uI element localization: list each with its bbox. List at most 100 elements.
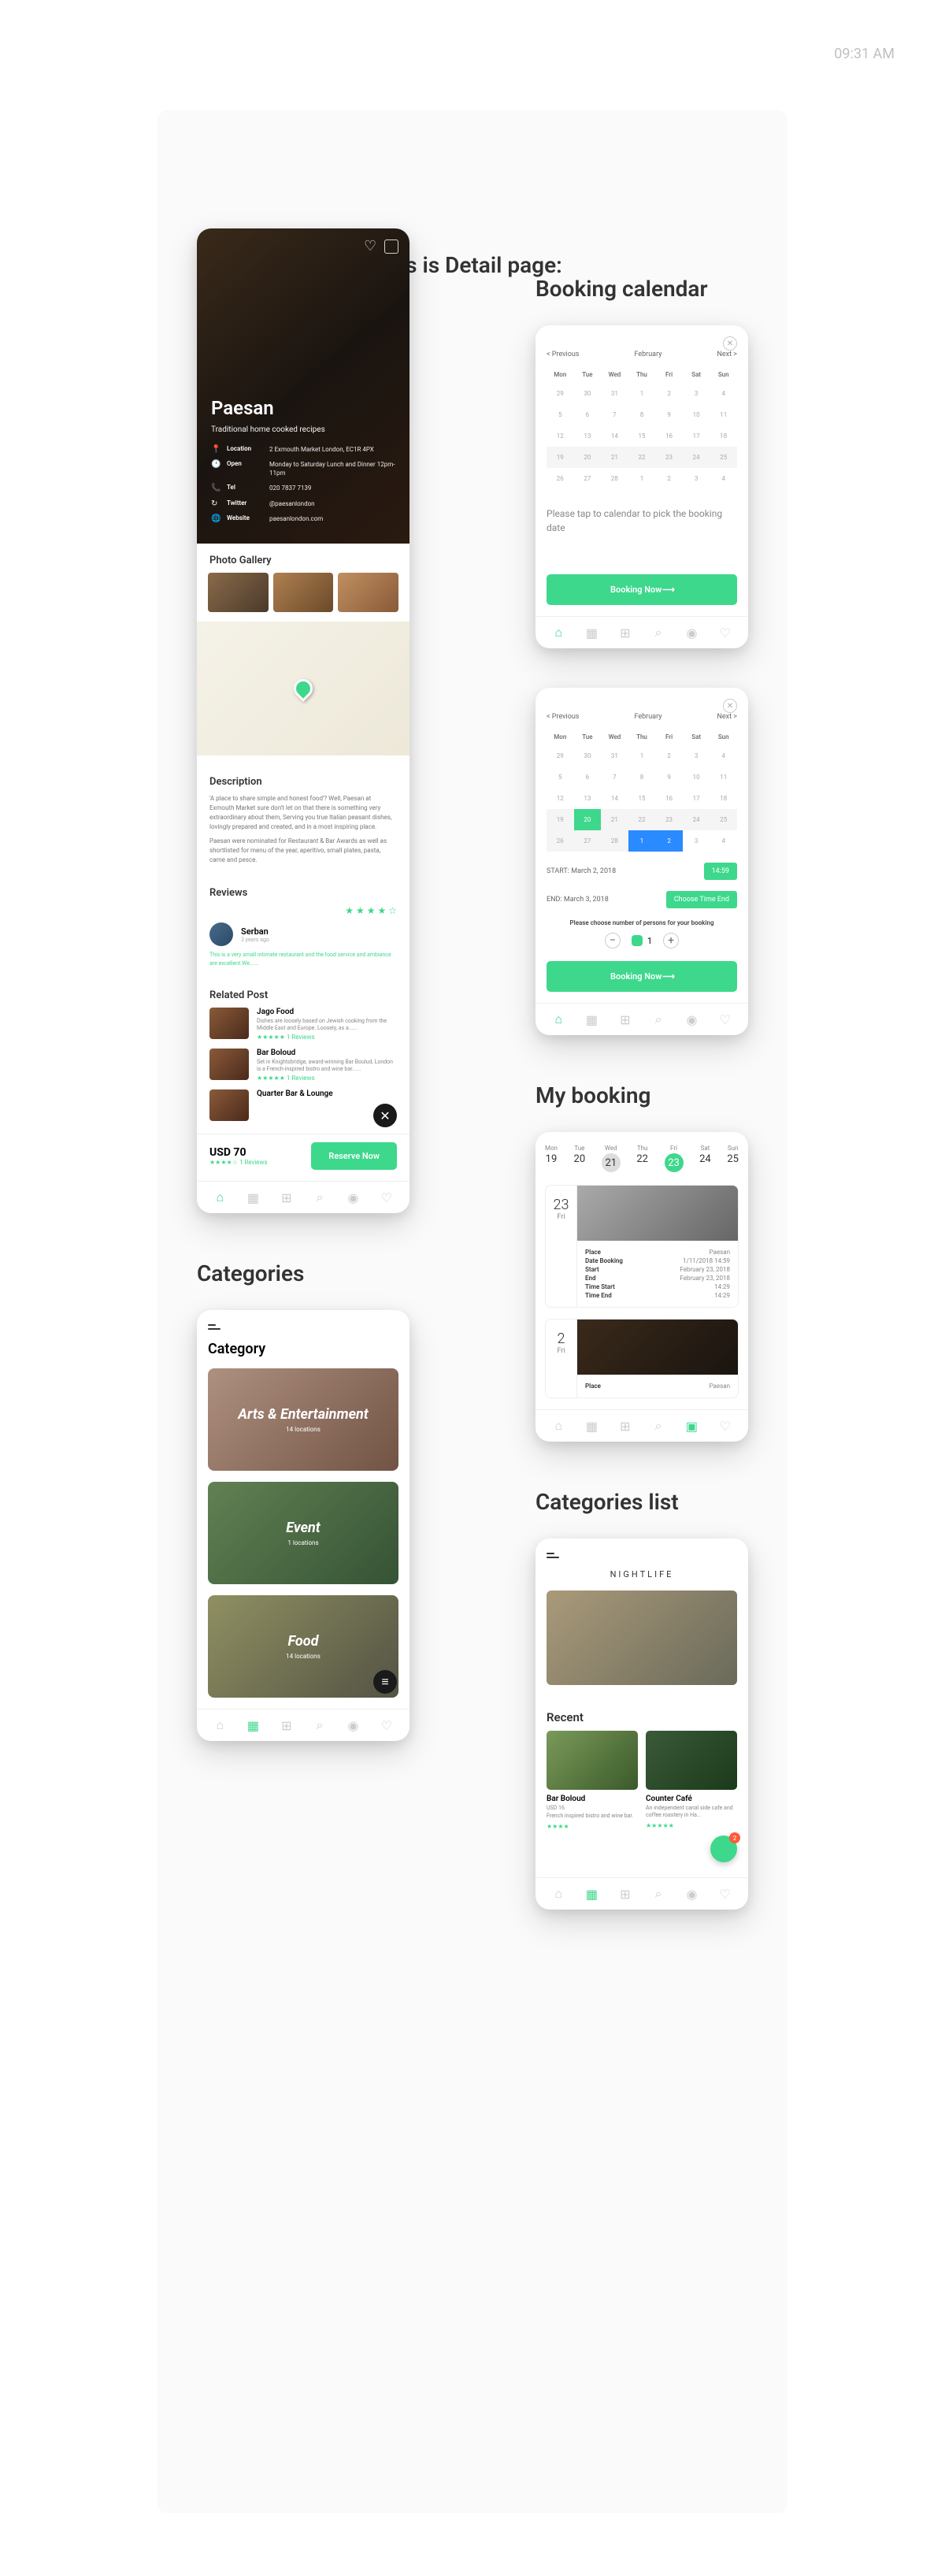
cal-prev[interactable]: < Previous xyxy=(547,713,579,721)
nav-heart-icon[interactable]: ♡ xyxy=(717,1418,733,1434)
nav-grid-icon[interactable]: ▦ xyxy=(584,1886,599,1902)
week-day[interactable]: Thu22 xyxy=(636,1145,648,1172)
nav-heart-icon[interactable]: ♡ xyxy=(717,1011,733,1027)
calendar-day[interactable]: 7 xyxy=(601,766,628,788)
calendar-day[interactable]: 1 xyxy=(628,468,656,489)
calendar-day[interactable]: 21 xyxy=(601,809,628,830)
map[interactable] xyxy=(197,622,410,755)
recent-item[interactable]: Bar BoloudUSD 16French inspired bistro a… xyxy=(547,1731,638,1830)
calendar-day[interactable]: 28 xyxy=(601,468,628,489)
calendar-day[interactable]: 18 xyxy=(710,788,737,809)
calendar-day[interactable]: 23 xyxy=(655,447,683,468)
calendar-day[interactable]: 6 xyxy=(574,766,602,788)
calendar-day[interactable]: 9 xyxy=(655,404,683,425)
calendar-day[interactable]: 6 xyxy=(574,404,602,425)
nav-search-icon[interactable]: ⌕ xyxy=(312,1190,328,1205)
calendar-day[interactable]: 14 xyxy=(601,425,628,447)
calendar-day[interactable]: 2 xyxy=(655,745,683,766)
calendar-day[interactable]: 30 xyxy=(574,745,602,766)
calendar-day[interactable]: 3 xyxy=(683,830,710,852)
gallery-thumb[interactable] xyxy=(338,573,398,612)
calendar-day[interactable]: 2 xyxy=(655,383,683,404)
favorite-icon[interactable]: ♡ xyxy=(364,239,378,254)
share-icon[interactable] xyxy=(384,239,398,254)
calendar-day[interactable]: 20 xyxy=(574,447,602,468)
calendar-day[interactable]: 5 xyxy=(547,404,574,425)
calendar-day[interactable]: 25 xyxy=(710,447,737,468)
cal-prev[interactable]: < Previous xyxy=(547,351,579,358)
week-day[interactable]: Wed21 xyxy=(602,1145,621,1172)
category-card-food[interactable]: Food14 locations xyxy=(208,1595,398,1698)
calendar-day[interactable]: 7 xyxy=(601,404,628,425)
nav-grid-icon[interactable]: ▦ xyxy=(584,1418,599,1434)
calendar-day[interactable]: 14 xyxy=(601,788,628,809)
calendar-day[interactable]: 29 xyxy=(547,383,574,404)
menu-icon[interactable] xyxy=(208,1324,398,1330)
nav-grid-icon[interactable]: ▦ xyxy=(584,1011,599,1027)
nav-camera-icon[interactable]: ◉ xyxy=(345,1190,361,1205)
calendar-day[interactable]: 19 xyxy=(547,447,574,468)
nav-camera-icon[interactable]: ◉ xyxy=(345,1717,361,1733)
nav-camera-icon[interactable]: ◉ xyxy=(684,1011,699,1027)
nav-camera-icon[interactable]: ◉ xyxy=(684,1886,699,1902)
nav-home-icon[interactable]: ⌂ xyxy=(550,625,566,640)
close-icon[interactable]: ✕ xyxy=(723,336,737,351)
week-day[interactable]: Mon19 xyxy=(545,1145,558,1172)
calendar-day[interactable]: 20 xyxy=(574,809,602,830)
nav-map-icon[interactable]: ⊞ xyxy=(617,625,633,640)
notification-fab[interactable] xyxy=(710,1835,737,1862)
category-card-event[interactable]: Event1 locations xyxy=(208,1482,398,1584)
calendar-day[interactable]: 1 xyxy=(628,745,656,766)
calendar-day[interactable]: 15 xyxy=(628,425,656,447)
nav-home-icon[interactable]: ⌂ xyxy=(212,1717,228,1733)
start-time-chip[interactable]: 14:59 xyxy=(704,863,737,880)
nav-map-icon[interactable]: ⊞ xyxy=(279,1190,295,1205)
calendar-day[interactable]: 10 xyxy=(683,404,710,425)
calendar-day[interactable]: 12 xyxy=(547,425,574,447)
calendar-day[interactable]: 4 xyxy=(710,830,737,852)
gallery-thumb[interactable] xyxy=(208,573,269,612)
calendar-day[interactable]: 26 xyxy=(547,468,574,489)
calendar-day[interactable]: 29 xyxy=(547,745,574,766)
nav-grid-icon[interactable]: ▦ xyxy=(584,625,599,640)
week-day[interactable]: Sat24 xyxy=(699,1145,711,1172)
calendar-day[interactable]: 5 xyxy=(547,766,574,788)
related-post[interactable]: Jago FoodDishes are loosely based on Jew… xyxy=(209,1008,397,1041)
related-post[interactable]: Bar BoloudSet in Knightsbridge, award-wi… xyxy=(209,1049,397,1082)
calendar-day[interactable]: 17 xyxy=(683,425,710,447)
calendar-day[interactable]: 19 xyxy=(547,809,574,830)
nav-grid-icon[interactable]: ▦ xyxy=(245,1190,261,1205)
calendar-day[interactable]: 3 xyxy=(683,745,710,766)
calendar-day[interactable]: 16 xyxy=(655,788,683,809)
booking-card[interactable]: 23Fri PlacePaesanDate Booking1/11/2018 1… xyxy=(545,1185,739,1308)
calendar-day[interactable]: 22 xyxy=(628,447,656,468)
calendar-day[interactable]: 16 xyxy=(655,425,683,447)
calendar-day[interactable]: 17 xyxy=(683,788,710,809)
nav-heart-icon[interactable]: ♡ xyxy=(717,625,733,640)
calendar-day[interactable]: 4 xyxy=(710,383,737,404)
minus-button[interactable]: − xyxy=(605,933,621,948)
calendar-day[interactable]: 4 xyxy=(710,745,737,766)
nav-search-icon[interactable]: ⌕ xyxy=(650,1886,666,1902)
menu-icon[interactable] xyxy=(547,1553,737,1558)
related-post[interactable]: Quarter Bar & Lounge xyxy=(209,1089,397,1121)
week-day[interactable]: Sun25 xyxy=(727,1145,739,1172)
close-icon[interactable]: ✕ xyxy=(723,699,737,713)
calendar-day[interactable]: 1 xyxy=(628,383,656,404)
calendar-day[interactable]: 15 xyxy=(628,788,656,809)
calendar-day[interactable]: 2 xyxy=(655,468,683,489)
choose-end-chip[interactable]: Choose Time End xyxy=(666,891,737,908)
calendar-day[interactable]: 1 xyxy=(628,830,656,852)
nav-heart-icon[interactable]: ♡ xyxy=(717,1886,733,1902)
booking-card[interactable]: 2Fri PlacePaesan xyxy=(545,1319,739,1398)
nav-search-icon[interactable]: ⌕ xyxy=(650,625,666,640)
calendar-day[interactable]: 26 xyxy=(547,830,574,852)
nav-search-icon[interactable]: ⌕ xyxy=(312,1717,328,1733)
nav-search-icon[interactable]: ⌕ xyxy=(650,1418,666,1434)
nav-map-icon[interactable]: ⊞ xyxy=(617,1418,633,1434)
calendar-day[interactable]: 23 xyxy=(655,809,683,830)
calendar-day[interactable]: 13 xyxy=(574,425,602,447)
reserve-button[interactable]: Reserve Now xyxy=(311,1142,397,1170)
gallery-thumb[interactable] xyxy=(273,573,334,612)
week-day[interactable]: Fri23 xyxy=(665,1145,684,1172)
